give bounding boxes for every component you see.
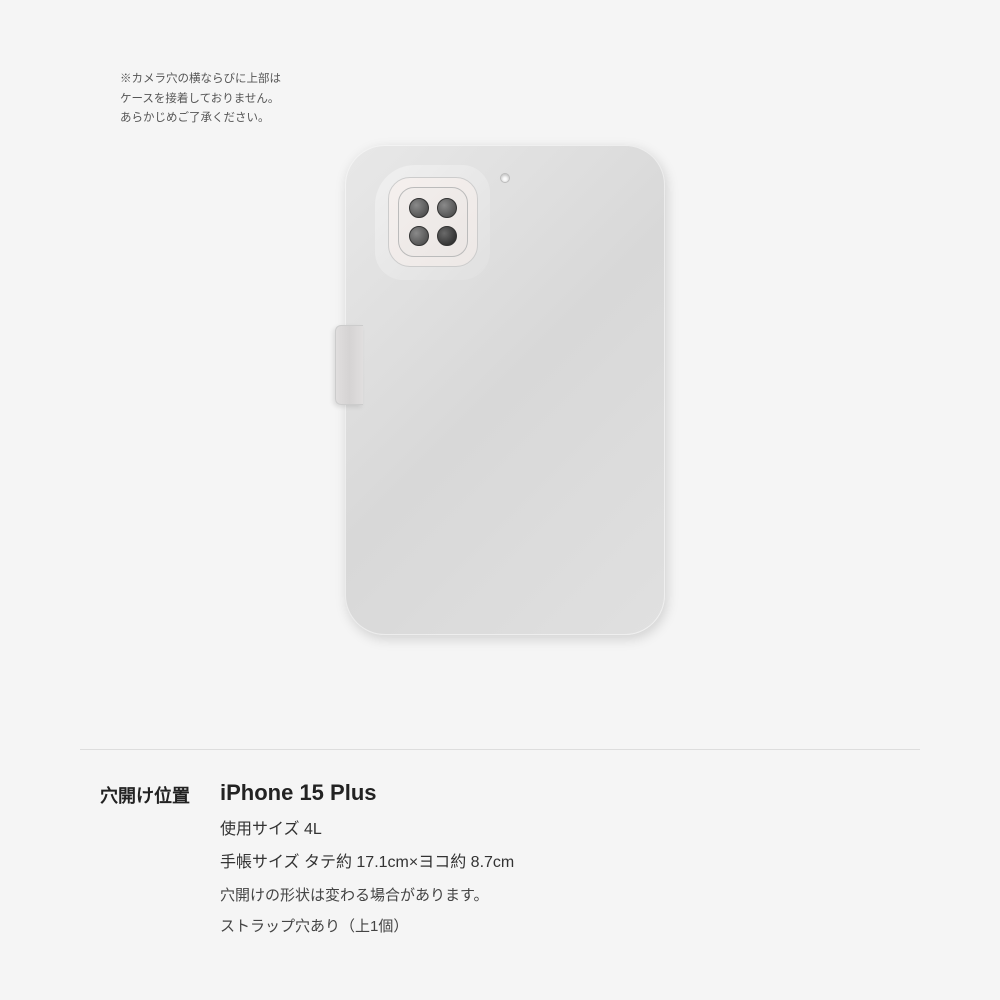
phone-case-display: ※カメラ穴の横ならびに上部はケースを接着しておりません。あらかじめご了承ください… [80,40,920,729]
device-name: iPhone 15 Plus [220,780,900,806]
phone-case-back [345,145,665,635]
camera-lens-1 [409,198,429,218]
camera-lens-3 [409,226,429,246]
size-label: 使用サイズ 4L [220,816,900,845]
page-container: ※カメラ穴の横ならびに上部はケースを接着しておりません。あらかじめご了承ください… [0,0,1000,1000]
camera-lens-4 [437,226,457,246]
warning-text: ※カメラ穴の横ならびに上部はケースを接着しておりません。あらかじめご了承ください… [120,70,320,129]
hole-position-label: 穴開け位置 [100,780,220,808]
warning-text-container: ※カメラ穴の横ならびに上部はケースを接着しておりません。あらかじめご了承ください… [120,70,320,129]
info-section: 穴開け位置 iPhone 15 Plus 使用サイズ 4L 手帳サイズ タテ約 … [80,749,920,940]
camera-lens-2 [437,198,457,218]
info-table: 穴開け位置 iPhone 15 Plus 使用サイズ 4L 手帳サイズ タテ約 … [100,780,900,940]
strap-hole [500,173,510,183]
camera-cutout [375,165,490,280]
case-strap [335,325,363,405]
phone-case-wrapper [315,125,685,645]
strap-note: ストラップ穴あり（上1個） [220,913,900,940]
info-details: iPhone 15 Plus 使用サイズ 4L 手帳サイズ タテ約 17.1cm… [220,780,900,940]
dimensions: 手帳サイズ タテ約 17.1cm×ヨコ約 8.7cm [220,849,900,878]
camera-lens-area [398,187,468,257]
shape-note: 穴開けの形状は変わる場合があります。 [220,882,900,909]
camera-module [388,177,478,267]
